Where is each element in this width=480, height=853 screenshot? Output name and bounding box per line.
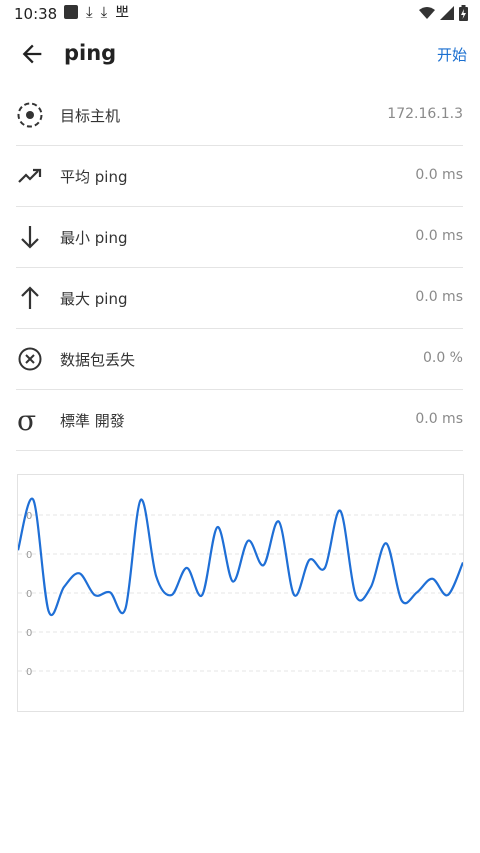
row-label: 最大 ping [60,290,128,308]
row-avg-ping: 平均 ping 0.0 ms [16,146,463,207]
trending-up-icon [18,168,42,183]
row-value: 0.0 ms [415,411,463,427]
row-value: 0.0 ms [415,228,463,244]
start-button[interactable]: 开始 [437,44,467,65]
row-label: 最小 ping [60,229,128,247]
row-std-dev: σ 標準 開發 0.0 ms [16,390,463,451]
page-title: ping [64,41,117,65]
y-tick-label: 0 [26,628,32,639]
app-icon [64,5,78,19]
status-bar: 10:38 ⤓ ⤓ 뽀 [0,0,480,28]
signal-icon [440,6,454,20]
wifi-icon [419,7,435,19]
download-icon: ⤓ [100,3,108,21]
row-value: 0.0 % [422,350,463,366]
row-label: 数据包丢失 [60,351,136,369]
sigma-icon: σ [17,406,36,434]
download-icon: ⤓ [86,3,93,21]
y-tick-label: 0 [26,589,32,600]
y-tick-label: 0 [26,667,32,678]
status-icons-right [419,5,468,21]
svg-text:σ: σ [17,406,36,434]
row-value: 172.16.1.3 [387,106,463,122]
notification-icon: 뽀 [115,3,130,21]
stats-list: 目标主机 172.16.1.3 平均 ping 0.0 ms 最小 ping 0… [16,85,463,451]
battery-icon [459,5,468,21]
y-tick-label: 0 [26,550,32,561]
row-min-ping: 最小 ping 0.0 ms [16,207,463,268]
ping-series-line [16,497,465,616]
row-target-host: 目标主机 172.16.1.3 [16,85,463,146]
row-max-ping: 最大 ping 0.0 ms [16,268,463,329]
arrow-down-icon [21,226,39,249]
arrow-up-icon [21,286,39,309]
row-label: 目标主机 [60,107,121,125]
row-label: 平均 ping [60,168,128,186]
row-value: 0.0 ms [415,289,463,305]
target-icon [17,102,43,128]
row-label: 標準 開發 [60,412,125,430]
row-value: 0.0 ms [415,167,463,183]
back-arrow-icon[interactable] [18,40,46,68]
status-icons-left: ⤓ ⤓ 뽀 [64,4,129,20]
row-packet-loss: 数据包丢失 0.0 % [16,329,463,390]
ping-line-chart: 00000 [16,497,465,678]
ping-chart: 00000 [16,474,465,712]
status-time: 10:38 [14,5,58,23]
app-bar: ping 开始 [0,30,480,82]
cancel-circle-icon [18,347,42,371]
